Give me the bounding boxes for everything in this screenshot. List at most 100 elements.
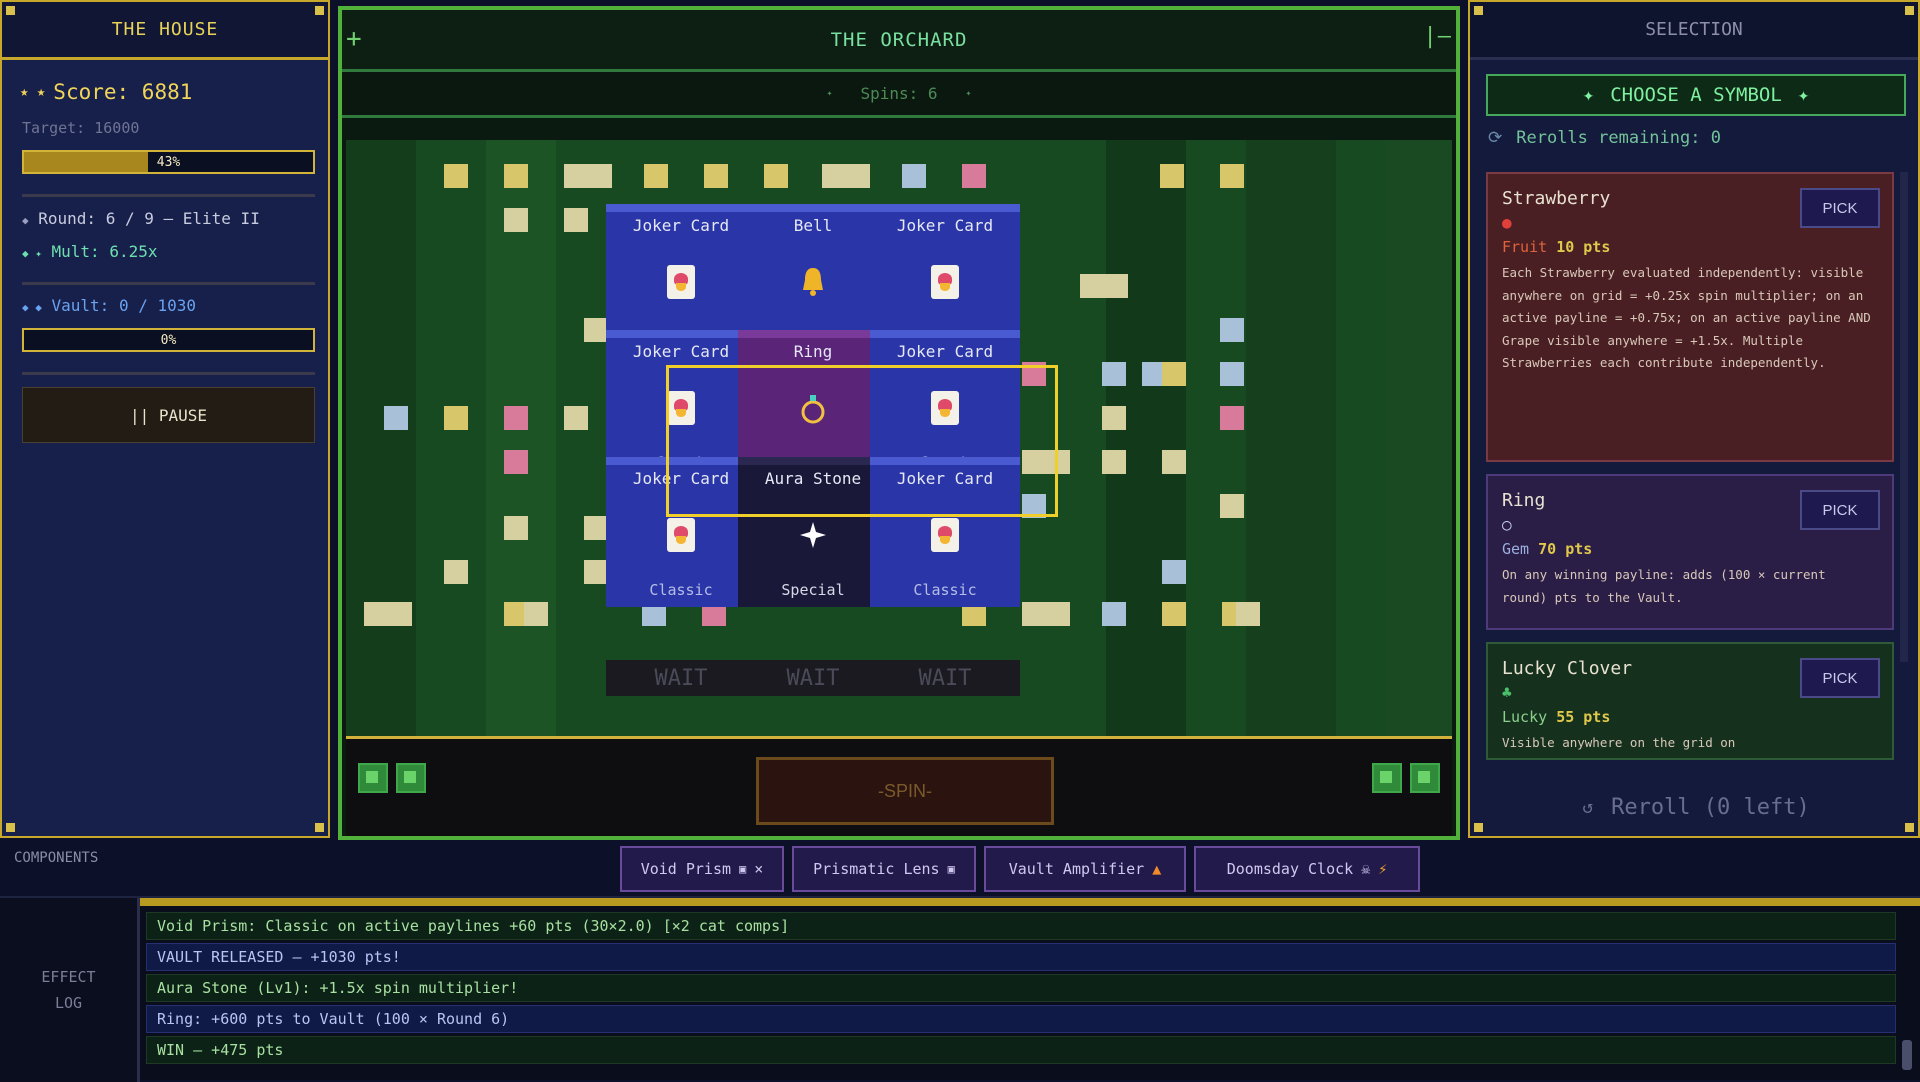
particle-square (1104, 274, 1128, 298)
indicator-icon (358, 763, 388, 793)
corner-ornament (6, 823, 15, 832)
component-name: Vault Amplifier (1008, 860, 1145, 878)
round-label: Round: 6 / 9 — Elite II (38, 209, 260, 228)
symbol-card-strawberry[interactable]: Strawberry ● Fruit 10 pts Each Strawberr… (1486, 172, 1894, 462)
component-name: Prismatic Lens (813, 860, 940, 878)
pick-button[interactable]: PICK (1800, 490, 1880, 530)
indicator-icon (396, 763, 426, 793)
particle-square (704, 164, 728, 188)
particle-square (564, 164, 588, 188)
diamond-icon: ◆ ◆ (22, 301, 42, 314)
component-prismatic-lens[interactable]: Prismatic Lens ▣ (792, 846, 976, 892)
joker-card-icon (930, 264, 960, 299)
reroll-button[interactable]: ↺ Reroll (0 left) (1470, 787, 1920, 827)
card-description: Each Strawberry evaluated independently:… (1502, 265, 1871, 370)
choose-banner: ✦ CHOOSE A SYMBOL ✦ (1486, 74, 1906, 116)
flame-icon: ▲ (1152, 860, 1162, 878)
particle-square (1102, 362, 1126, 386)
log-entry: WIN — +475 pts (146, 1036, 1896, 1064)
reel-symbol-type: Classic (649, 581, 713, 599)
reroll-label: Reroll (0 left) (1611, 794, 1810, 820)
card-category: Fruit 10 pts (1502, 238, 1611, 256)
log-header-bar (140, 898, 1920, 906)
component-vault-amplifier[interactable]: Vault Amplifier ▲ (984, 846, 1186, 892)
particle-square (504, 516, 528, 540)
divider (22, 372, 315, 375)
corner-ornament (1474, 6, 1483, 15)
pause-button[interactable]: || PAUSE (22, 387, 315, 443)
log-entry: Aura Stone (Lv1): +1.5x spin multiplier! (146, 974, 1896, 1002)
particle-square (504, 406, 528, 430)
log-scrollbar[interactable] (1902, 1040, 1912, 1070)
corner-ornament (315, 823, 324, 832)
particle-square (1220, 406, 1244, 430)
pick-button[interactable]: PICK (1800, 188, 1880, 228)
particle-square (524, 602, 548, 626)
indicator-icon (1372, 763, 1402, 793)
particle-square (1022, 602, 1046, 626)
score-progress-label: 43% (156, 154, 181, 170)
log-entry: Ring: +600 pts to Vault (100 × Round 6) (146, 1005, 1896, 1033)
particle-square (444, 164, 468, 188)
symbol-card-lucky-clover[interactable]: Lucky Clover ♣ Lucky 55 pts Visible anyw… (1486, 642, 1894, 760)
card-list-scrollbar[interactable] (1900, 172, 1908, 662)
spin-button[interactable]: -SPIN- (756, 757, 1054, 825)
background-stripe (1246, 140, 1336, 736)
log-entry: VAULT RELEASED — +1030 pts! (146, 943, 1896, 971)
spin-bar: -SPIN- (346, 736, 1452, 836)
wait-indicator: WAIT (606, 660, 756, 696)
skull-icon: ☠ (1361, 860, 1371, 878)
particle-square (444, 406, 468, 430)
score-display: ★ ★ Score: 6881 (20, 80, 192, 104)
card-category: Lucky 55 pts (1502, 708, 1611, 726)
component-void-prism[interactable]: Void Prism ▣ × (620, 846, 784, 892)
minimize-icon[interactable]: |— (1424, 24, 1453, 49)
particle-square (1162, 362, 1186, 386)
particle-square (564, 208, 588, 232)
house-title: THE HOUSE (2, 2, 328, 60)
square-icon: ▣ (947, 862, 955, 876)
cross-icon: × (754, 860, 764, 878)
particle-square (1046, 602, 1070, 626)
reel-symbol-name: Joker Card (632, 342, 730, 361)
component-doomsday-clock[interactable]: Doomsday Clock ☠ ⚡ (1194, 846, 1420, 892)
corner-ornament (315, 6, 324, 15)
sparkle-icon (798, 518, 828, 552)
component-name: Doomsday Clock (1226, 860, 1354, 878)
mult-info: ◆ ✦ Mult: 6.25x (22, 242, 157, 261)
reel-symbol-type: Special (781, 581, 845, 599)
particle-square (564, 406, 588, 430)
star-icon: ★ ★ (20, 84, 46, 100)
particle-square (962, 164, 986, 188)
card-category: Gem 70 pts (1502, 540, 1593, 558)
sparkle-icon: ✦ (1582, 84, 1595, 106)
refresh-icon: ⟳ (1488, 128, 1503, 148)
particle-square (846, 164, 870, 188)
orchard-title: THE ORCHARD (830, 28, 968, 51)
reel-symbol-name: Joker Card (896, 342, 994, 361)
target-label: Target: 16000 (22, 119, 140, 137)
pick-button[interactable]: PICK (1800, 658, 1880, 698)
background-stripe (1106, 140, 1186, 736)
plus-icon[interactable]: + (346, 24, 363, 54)
corner-ornament (6, 6, 15, 15)
particle-square (1080, 274, 1104, 298)
diamond-icon: ◆ (22, 214, 29, 227)
particle-square (388, 602, 412, 626)
particle-square (584, 560, 608, 584)
joker-card-icon (666, 264, 696, 299)
particle-square (902, 164, 926, 188)
score-label: Score: 6881 (53, 80, 193, 104)
particle-square (504, 450, 528, 474)
rerolls-info: ⟳ Rerolls remaining: 0 (1488, 128, 1721, 148)
particle-square (644, 164, 668, 188)
log-label-line: LOG (54, 994, 83, 1012)
particle-square (504, 164, 528, 188)
spins-counter: ✦ Spins: 6 ✦ (342, 72, 1456, 118)
reel-symbol-name: Ring (793, 342, 833, 361)
selection-title: SELECTION (1470, 2, 1918, 60)
bell-icon (798, 265, 828, 299)
card-description: On any winning payline: adds (100 × curr… (1502, 567, 1826, 605)
symbol-card-ring[interactable]: Ring ○ Gem 70 pts On any winning payline… (1486, 474, 1894, 630)
reel-symbol-name: Joker Card (896, 216, 994, 235)
